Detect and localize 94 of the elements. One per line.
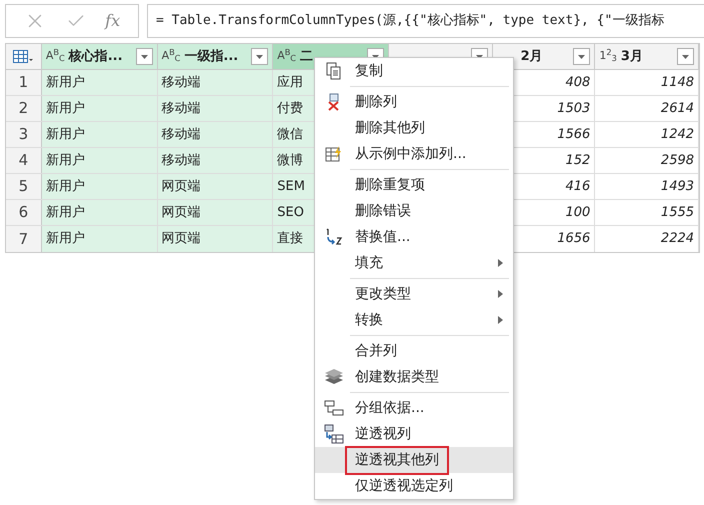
- menu-item-label: 删除重复项: [354, 176, 426, 194]
- table-cell-text: 新用户: [46, 178, 85, 196]
- table-cell-text: 移动端: [162, 74, 201, 92]
- table-cell-text: 2224: [660, 230, 694, 248]
- table-cell-text: 移动端: [162, 126, 201, 144]
- table-cell-text: 1242: [660, 126, 694, 144]
- column-title: 2月: [520, 48, 543, 64]
- menu-item[interactable]: 创建数据类型: [315, 364, 513, 390]
- menu-item-label: 替换值...: [354, 228, 412, 246]
- table-cell-text: 1555: [660, 204, 694, 222]
- menu-item-label: 删除其他列: [354, 118, 426, 138]
- menu-item-label: 填充: [354, 254, 384, 272]
- row-number: 1: [6, 70, 42, 95]
- menu-item[interactable]: 更改类型: [315, 281, 513, 307]
- menu-item-label: 删除列: [354, 92, 398, 112]
- table-cell-text: 新用户: [46, 126, 85, 144]
- table-cell-text: 网页端: [162, 178, 201, 196]
- copy-icon: [326, 62, 342, 80]
- group-by-icon: [324, 400, 344, 416]
- menu-item[interactable]: 逆透视其他列: [315, 447, 513, 473]
- filter-dropdown[interactable]: [677, 48, 694, 65]
- row-number: 6: [6, 200, 42, 225]
- menu-item[interactable]: 仅逆透视选定列: [315, 473, 513, 499]
- table-cell-text: 网页端: [162, 230, 201, 248]
- table-icon: [13, 50, 34, 64]
- table-cell-text: 2598: [660, 152, 694, 170]
- table-cell-text: 应用: [277, 74, 304, 92]
- table-cell-text: 移动端: [162, 152, 201, 170]
- row-number: 7: [6, 226, 42, 252]
- table-cell-text: 1503: [557, 100, 590, 118]
- caret-icon: [256, 54, 264, 58]
- menu-item[interactable]: 分组依据...: [315, 395, 513, 421]
- menu-item-label: 更改类型: [354, 284, 412, 304]
- formula-field[interactable]: = Table.TransformColumnTypes(源,{{"核心指标", type text}, {"一级指标: [147, 4, 704, 38]
- table-cell-text: 新用户: [46, 204, 85, 222]
- menu-item-label: 逆透视列: [354, 424, 412, 444]
- caret-icon: [682, 54, 690, 58]
- menu-item[interactable]: 替换值...: [315, 224, 513, 250]
- table-cell-text: 1493: [660, 178, 694, 196]
- menu-item-label: 仅逆透视选定列: [354, 476, 454, 496]
- column-title: 核心指...: [68, 48, 123, 64]
- caret-icon: [140, 54, 148, 58]
- table-cell-text: 1656: [557, 230, 590, 248]
- row-number: 2: [6, 96, 42, 121]
- menu-item-label: 转换: [354, 310, 384, 330]
- menu-item[interactable]: 删除重复项: [315, 172, 513, 198]
- replace-values-icon: [324, 227, 344, 247]
- filter-dropdown[interactable]: [573, 48, 590, 65]
- column-title: 一级指...: [184, 48, 238, 64]
- table-cell-text: 416: [565, 178, 590, 196]
- table-cell-text: 网页端: [162, 204, 201, 222]
- table-cell-text: 新用户: [46, 74, 85, 92]
- table-cell-text: 新用户: [46, 100, 85, 118]
- menu-item-label: 分组依据...: [354, 398, 426, 418]
- menu-item-label: 从示例中添加列...: [354, 144, 468, 164]
- row-number: 4: [6, 148, 42, 173]
- fx-label: fx: [105, 10, 120, 32]
- filter-dropdown[interactable]: [251, 48, 268, 65]
- table-cell-text: 微博: [277, 152, 304, 170]
- row-number: 3: [6, 122, 42, 147]
- menu-item-label: 删除错误: [354, 202, 412, 220]
- row-number: 5: [6, 174, 42, 199]
- table-cell-text: 新用户: [46, 230, 85, 248]
- menu-item[interactable]: 删除列: [315, 89, 513, 115]
- table-cell-text: 408: [565, 74, 590, 92]
- filter-dropdown[interactable]: [136, 48, 153, 65]
- table-cell-text: SEO: [277, 204, 304, 222]
- table-cell-text: 2614: [660, 100, 694, 118]
- table-cell-text: 1566: [557, 126, 590, 144]
- menu-item-label: 逆透视其他列: [347, 448, 447, 472]
- table-cell-text: 微信: [277, 126, 304, 144]
- table-cell-text: 移动端: [162, 100, 201, 118]
- layers-icon: [324, 368, 344, 386]
- menu-item[interactable]: 逆透视列: [315, 421, 513, 447]
- menu-item[interactable]: 删除其他列: [315, 115, 513, 141]
- menu-item[interactable]: 从示例中添加列...: [315, 141, 513, 167]
- table-cell-text: SEM: [277, 178, 305, 196]
- table-lightning-icon: [325, 145, 343, 163]
- table-cell-text: 152: [565, 152, 590, 170]
- table-cell-text: 100: [565, 204, 590, 222]
- column-title: 3月: [620, 48, 643, 64]
- menu-item[interactable]: 转换: [315, 307, 513, 333]
- menu-item[interactable]: 合并列: [315, 338, 513, 364]
- menu-item[interactable]: 填充: [315, 250, 513, 276]
- table-cell-text: 新用户: [46, 152, 85, 170]
- caret-icon: [578, 54, 586, 58]
- table-cell-text: 付费: [277, 100, 304, 118]
- menu-item-label: 创建数据类型: [354, 368, 440, 386]
- table-cell-text: 直接: [277, 230, 304, 248]
- table-cell-text: 1148: [660, 74, 694, 92]
- menu-item[interactable]: 删除错误: [315, 198, 513, 224]
- column-title: 二: [300, 48, 314, 64]
- unpivot-icon: [324, 424, 344, 444]
- menu-item-label: 合并列: [354, 342, 398, 360]
